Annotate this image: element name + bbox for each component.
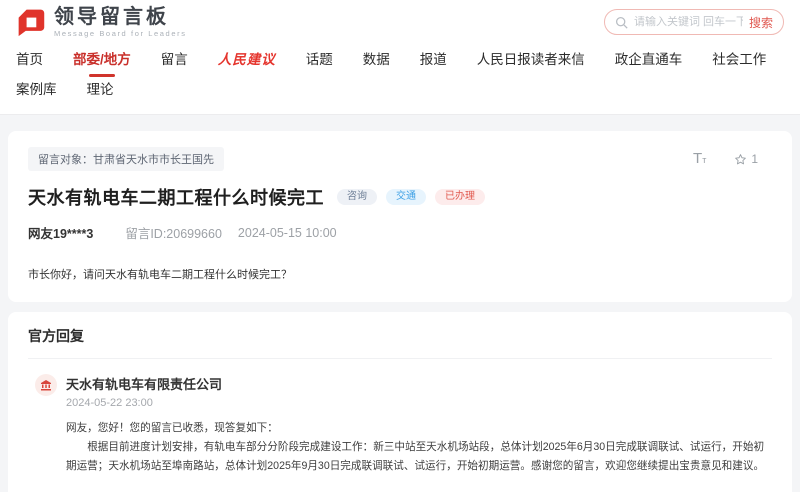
search-input[interactable]	[634, 16, 743, 28]
nav-item-reader-letters[interactable]: 人民日报读者来信	[477, 46, 585, 74]
reply-paragraph-greeting: 网友，您好！您的留言已收悉，现答复如下：	[66, 419, 772, 438]
favorite-count: 1	[751, 152, 758, 166]
nav-item-social-work[interactable]: 社会工作	[712, 46, 766, 74]
nav-item-home[interactable]: 首页	[16, 46, 43, 74]
reply-item: 天水有轨电车有限责任公司 2024-05-22 23:00 网友，您好！您的留言…	[28, 374, 772, 476]
nav-item-data[interactable]: 数据	[363, 46, 390, 74]
main-nav: 首页 部委/地方 留言 人民建议 话题 数据 报道 人民日报读者来信 政企直通车…	[0, 44, 800, 115]
nav-item-case-library[interactable]: 案例库	[16, 76, 57, 104]
site-header: 领导留言板 Message Board for Leaders 搜索	[0, 0, 800, 44]
message-actions: Tт 1	[693, 151, 758, 167]
search-icon	[615, 16, 628, 29]
institution-icon	[40, 379, 52, 391]
message-author: 网友19****3	[28, 223, 93, 242]
star-icon	[734, 153, 747, 166]
logo-icon	[16, 7, 46, 37]
official-reply-heading: 官方回复	[28, 326, 772, 359]
nav-item-topics[interactable]: 话题	[306, 46, 333, 74]
nav-item-gov-business-line[interactable]: 政企直通车	[615, 46, 683, 74]
site-title: 领导留言板	[54, 6, 187, 28]
tag-transport: 交通	[386, 189, 426, 205]
message-title: 天水有轨电车二期工程什么时候完工	[28, 184, 324, 210]
main-content: 留言对象：甘肃省天水市市长王国先 Tт 1 天水有轨电车二期工程什么时候完工 咨…	[0, 115, 800, 492]
favorite-button[interactable]: 1	[734, 152, 758, 166]
message-target-badge: 留言对象：甘肃省天水市市长王国先	[28, 147, 224, 171]
search-button[interactable]: 搜索	[749, 14, 773, 31]
reply-body: 网友，您好！您的留言已收悉，现答复如下： 根据目前进度计划安排，有轨电车部分分阶…	[66, 419, 772, 476]
nav-item-theory[interactable]: 理论	[87, 76, 114, 104]
official-reply-card: 官方回复 天水有轨电车有限责任公司 2024-05-22 23:00 网友，您好…	[8, 312, 792, 492]
site-logo[interactable]: 领导留言板 Message Board for Leaders	[16, 6, 187, 38]
site-subtitle: Message Board for Leaders	[54, 29, 187, 38]
message-time: 2024-05-15 10:00	[238, 226, 337, 240]
nav-item-ministries-localities[interactable]: 部委/地方	[73, 46, 131, 74]
font-size-icon[interactable]: Tт	[693, 151, 706, 167]
tag-status-handled: 已办理	[435, 189, 485, 205]
reply-org-name: 天水有轨电车有限责任公司	[66, 374, 772, 393]
nav-item-reports[interactable]: 报道	[420, 46, 447, 74]
search-box: 搜索	[604, 9, 784, 35]
reply-paragraph-answer: 根据目前进度计划安排，有轨电车部分分阶段完成建设工作：新三中站至天水机场站段，总…	[66, 438, 772, 476]
message-id: 留言ID:20699660	[125, 223, 222, 242]
nav-item-messages[interactable]: 留言	[161, 46, 188, 74]
message-card: 留言对象：甘肃省天水市市长王国先 Tт 1 天水有轨电车二期工程什么时候完工 咨…	[8, 131, 792, 302]
org-avatar	[35, 374, 57, 396]
message-meta: 网友19****3 留言ID:20699660 2024-05-15 10:00	[28, 223, 772, 242]
tag-inquiry: 咨询	[337, 189, 377, 205]
message-body: 市长你好，请问天水有轨电车二期工程什么时候完工？	[28, 266, 772, 282]
nav-item-peoples-suggestions[interactable]: 人民建议	[218, 46, 276, 74]
reply-time: 2024-05-22 23:00	[66, 397, 772, 409]
